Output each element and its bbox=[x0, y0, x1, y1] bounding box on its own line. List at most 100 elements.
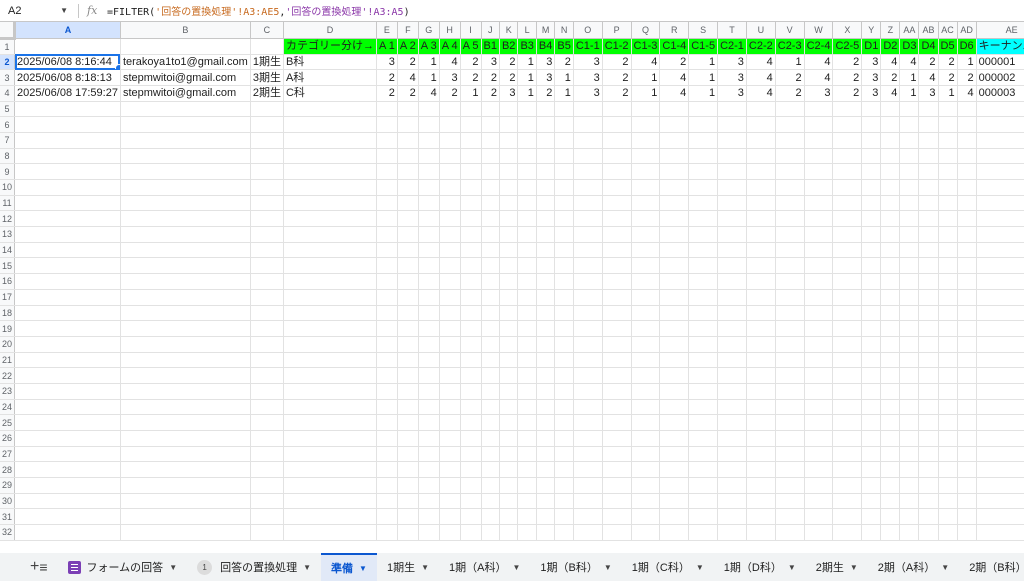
cell-y4[interactable]: 3 bbox=[861, 85, 882, 102]
cell-l22[interactable] bbox=[517, 367, 537, 384]
cell-l30[interactable] bbox=[517, 493, 537, 510]
cell-i7[interactable] bbox=[460, 132, 482, 149]
cell-u19[interactable] bbox=[746, 320, 776, 337]
cell-aa28[interactable] bbox=[899, 461, 920, 479]
cell-ad26[interactable] bbox=[957, 430, 977, 447]
cell-ae11[interactable] bbox=[976, 195, 1024, 212]
cell-y8[interactable] bbox=[861, 148, 882, 165]
cell-z32[interactable] bbox=[880, 524, 901, 541]
cell-t26[interactable] bbox=[717, 430, 747, 447]
cell-r17[interactable] bbox=[659, 289, 690, 306]
cell-v32[interactable] bbox=[775, 524, 805, 541]
cell-ac13[interactable] bbox=[938, 226, 958, 243]
cell-u25[interactable] bbox=[746, 414, 776, 431]
cell-l26[interactable] bbox=[517, 430, 537, 447]
cell-i24[interactable] bbox=[460, 399, 482, 416]
cell-t5[interactable] bbox=[717, 101, 747, 118]
cell-g30[interactable] bbox=[418, 493, 440, 510]
cell-s15[interactable] bbox=[688, 257, 719, 275]
cell-s19[interactable] bbox=[688, 320, 719, 337]
cell-k29[interactable] bbox=[499, 477, 519, 494]
cell-j4[interactable]: 2 bbox=[481, 85, 500, 102]
cell-q4[interactable]: 1 bbox=[631, 85, 661, 102]
cell-j16[interactable] bbox=[481, 273, 500, 290]
cell-y31[interactable] bbox=[861, 508, 882, 526]
cell-v7[interactable] bbox=[775, 132, 805, 149]
cell-m19[interactable] bbox=[536, 320, 556, 337]
cell-r32[interactable] bbox=[659, 524, 690, 541]
cell-b7[interactable] bbox=[120, 132, 251, 149]
cell-q1[interactable]: C1-3 bbox=[631, 38, 661, 55]
cell-g14[interactable] bbox=[418, 242, 440, 259]
cell-d2[interactable]: B科 bbox=[283, 54, 377, 71]
cell-m22[interactable] bbox=[536, 367, 556, 384]
cell-y21[interactable] bbox=[861, 352, 882, 369]
cell-y32[interactable] bbox=[861, 524, 882, 541]
cell-l2[interactable]: 1 bbox=[517, 54, 537, 71]
cell-z13[interactable] bbox=[880, 226, 901, 243]
row-header[interactable]: 23 bbox=[0, 383, 15, 400]
cell-ac30[interactable] bbox=[938, 493, 958, 510]
cell-a24[interactable] bbox=[14, 399, 121, 416]
cell-q12[interactable] bbox=[631, 210, 661, 228]
cell-t9[interactable] bbox=[717, 163, 747, 180]
cell-h30[interactable] bbox=[439, 493, 461, 510]
cell-g15[interactable] bbox=[418, 257, 440, 275]
cell-s6[interactable] bbox=[688, 116, 719, 133]
cell-ac7[interactable] bbox=[938, 132, 958, 149]
cell-g24[interactable] bbox=[418, 399, 440, 416]
cell-t27[interactable] bbox=[717, 446, 747, 463]
cell-t10[interactable] bbox=[717, 179, 747, 196]
cell-o5[interactable] bbox=[573, 101, 603, 118]
cell-ab18[interactable] bbox=[918, 305, 939, 322]
cell-d13[interactable] bbox=[283, 226, 377, 243]
cell-j9[interactable] bbox=[481, 163, 500, 180]
cell-c7[interactable] bbox=[250, 132, 284, 149]
cell-z19[interactable] bbox=[880, 320, 901, 337]
cell-x17[interactable] bbox=[832, 289, 863, 306]
cell-r1[interactable]: C1-4 bbox=[659, 38, 690, 55]
cell-k32[interactable] bbox=[499, 524, 519, 541]
cell-s8[interactable] bbox=[688, 148, 719, 165]
cell-s14[interactable] bbox=[688, 242, 719, 259]
cell-j17[interactable] bbox=[481, 289, 500, 306]
cell-p18[interactable] bbox=[602, 305, 632, 322]
cell-e9[interactable] bbox=[376, 163, 398, 180]
cell-q31[interactable] bbox=[631, 508, 661, 526]
cell-s18[interactable] bbox=[688, 305, 719, 322]
cell-i19[interactable] bbox=[460, 320, 482, 337]
cell-v24[interactable] bbox=[775, 399, 805, 416]
cell-o13[interactable] bbox=[573, 226, 603, 243]
cell-b8[interactable] bbox=[120, 148, 251, 165]
cell-k22[interactable] bbox=[499, 367, 519, 384]
cell-g3[interactable]: 1 bbox=[418, 69, 440, 86]
cell-m28[interactable] bbox=[536, 461, 556, 479]
cell-ac21[interactable] bbox=[938, 352, 958, 369]
cell-q27[interactable] bbox=[631, 446, 661, 463]
cell-ab17[interactable] bbox=[918, 289, 939, 306]
cell-q24[interactable] bbox=[631, 399, 661, 416]
cell-t31[interactable] bbox=[717, 508, 747, 526]
cell-z8[interactable] bbox=[880, 148, 901, 165]
cell-g19[interactable] bbox=[418, 320, 440, 337]
column-header-l[interactable]: L bbox=[517, 22, 537, 39]
cell-j12[interactable] bbox=[481, 210, 500, 228]
cell-w2[interactable]: 4 bbox=[804, 54, 834, 71]
cell-w32[interactable] bbox=[804, 524, 834, 541]
cell-a7[interactable] bbox=[14, 132, 121, 149]
cell-e28[interactable] bbox=[376, 461, 398, 479]
cell-a18[interactable] bbox=[14, 305, 121, 322]
row-header[interactable]: 4 bbox=[0, 85, 15, 102]
cell-ad23[interactable] bbox=[957, 383, 977, 400]
cell-d5[interactable] bbox=[283, 101, 377, 118]
cell-q23[interactable] bbox=[631, 383, 661, 400]
cell-u12[interactable] bbox=[746, 210, 776, 228]
cell-ad4[interactable]: 4 bbox=[957, 85, 977, 102]
cell-u28[interactable] bbox=[746, 461, 776, 479]
cell-s32[interactable] bbox=[688, 524, 719, 541]
cell-h16[interactable] bbox=[439, 273, 461, 290]
cell-s22[interactable] bbox=[688, 367, 719, 384]
cell-i27[interactable] bbox=[460, 446, 482, 463]
cell-w6[interactable] bbox=[804, 116, 834, 133]
cell-q14[interactable] bbox=[631, 242, 661, 259]
